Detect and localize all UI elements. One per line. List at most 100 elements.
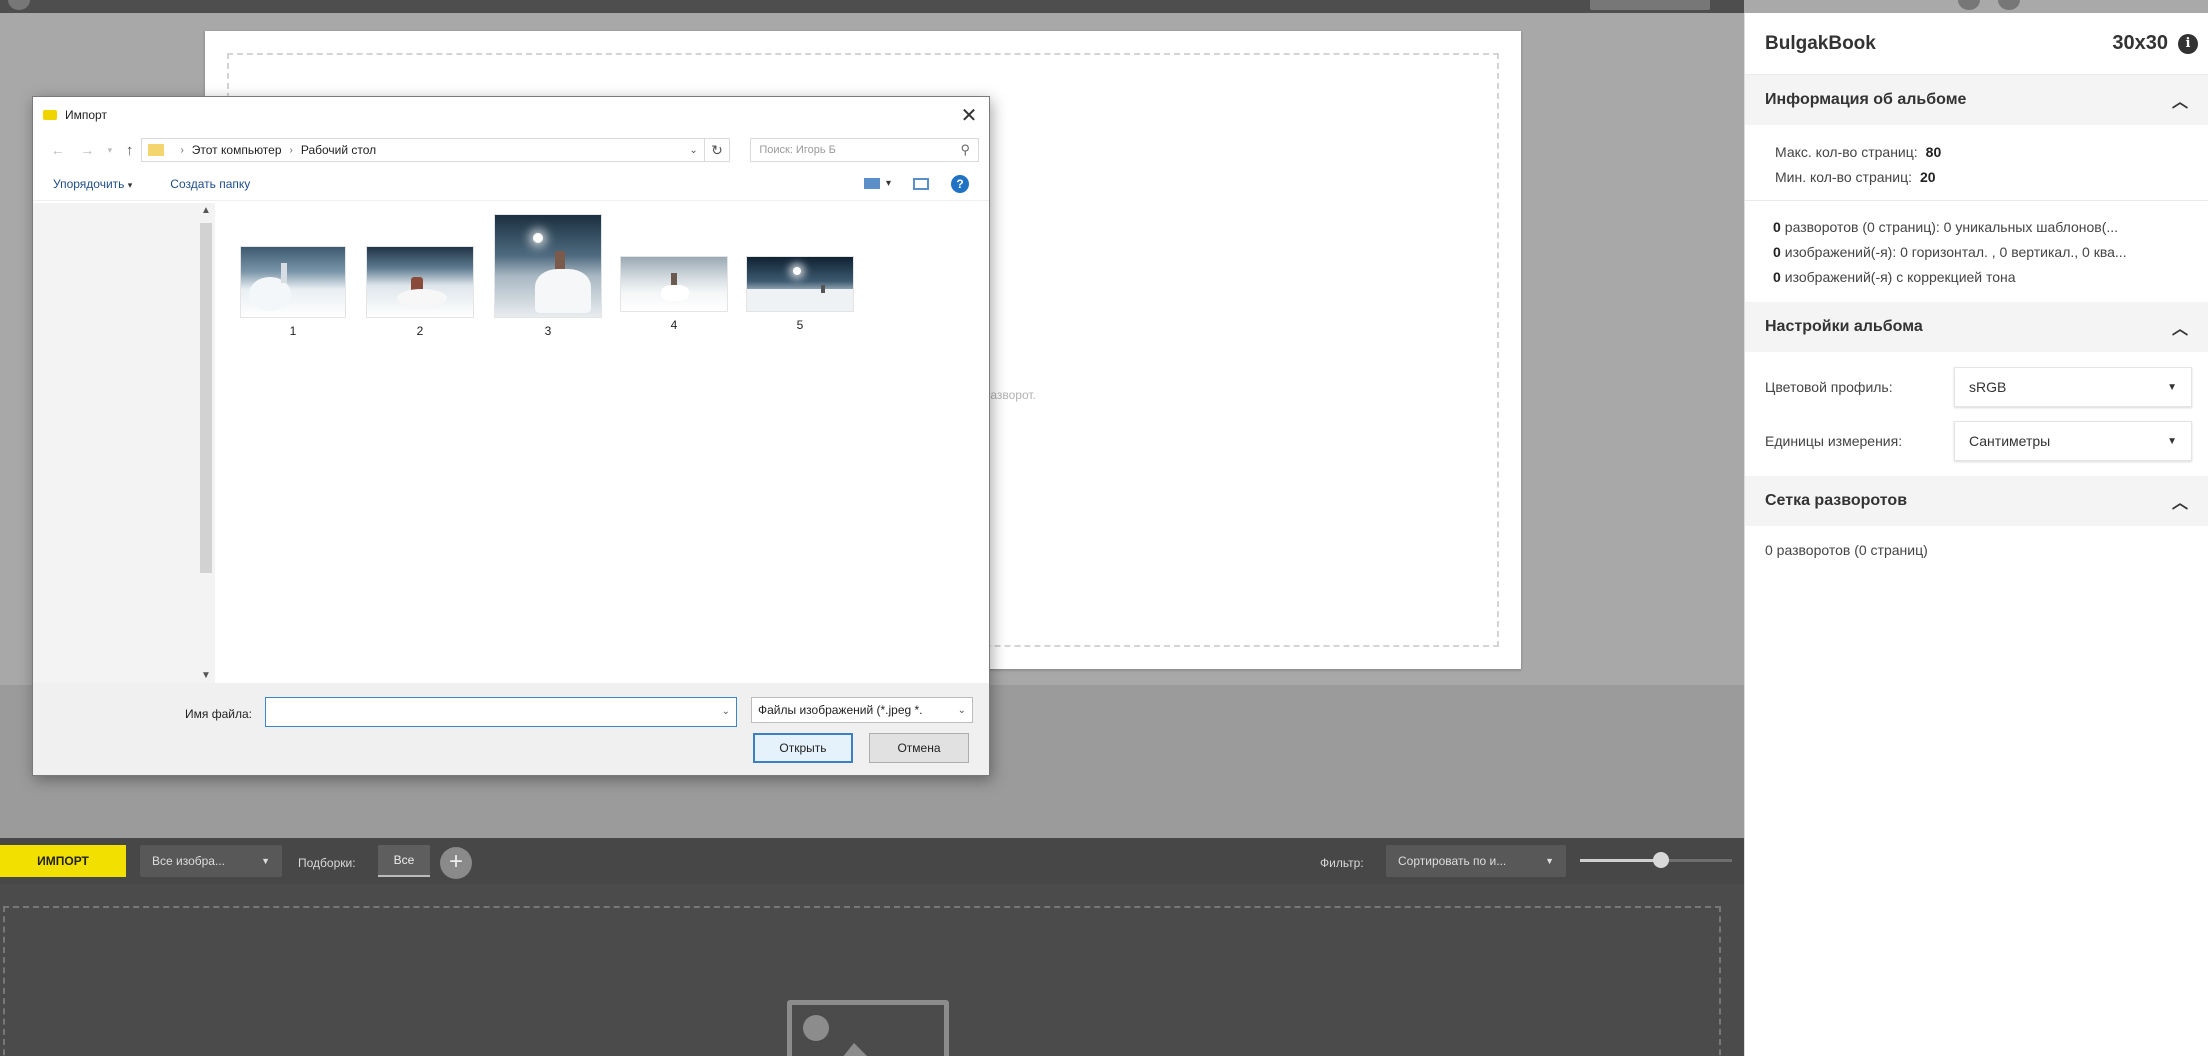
filetype-value: Файлы изображений (*.jpeg *.	[758, 703, 923, 717]
file-list: 1 2 3 4 5	[215, 203, 989, 683]
file-item[interactable]: 4	[621, 257, 727, 332]
chevron-down-icon[interactable]: ▾	[886, 178, 891, 189]
max-pages-row: Макс. кол-во страниц: 80	[1775, 140, 2188, 165]
sort-dropdown[interactable]: Сортировать по и... ▼	[1386, 845, 1566, 877]
up-arrow-icon[interactable]: ↑	[118, 142, 142, 159]
image-library	[0, 884, 1744, 1056]
scroll-up-icon[interactable]: ▲	[197, 205, 215, 216]
units-row: Единицы измерения: Сантиметры ▼	[1745, 414, 2208, 468]
units-dropdown[interactable]: Сантиметры ▼	[1954, 421, 2192, 461]
navigation-pane[interactable]	[33, 203, 215, 683]
menu-icon[interactable]	[8, 0, 30, 10]
redo-icon[interactable]	[1998, 0, 2020, 10]
photo-bride-sitting-icon	[367, 247, 473, 317]
info-icon[interactable]: i	[2178, 33, 2198, 54]
search-placeholder: Поиск: Игорь Б	[759, 144, 836, 156]
new-folder-button[interactable]: Создать папку	[170, 177, 250, 191]
max-pages-value: 80	[1925, 144, 1942, 160]
preview-pane-icon[interactable]	[913, 177, 929, 190]
back-arrow-icon[interactable]: ←	[43, 142, 73, 158]
refresh-icon[interactable]: ↻	[704, 138, 731, 162]
file-item[interactable]: 5	[747, 257, 853, 332]
section-album-settings-header[interactable]: Настройки альбома ︿	[1745, 302, 2208, 352]
forward-arrow-icon[interactable]: →	[73, 142, 103, 158]
folder-icon	[148, 144, 165, 156]
file-item[interactable]: 3	[495, 215, 601, 338]
chevron-up-icon[interactable]: ︿	[2172, 489, 2188, 513]
top-bar	[0, 0, 2020, 13]
album-panel: BulgakBook 30x30 i Информация об альбоме…	[1744, 13, 2208, 1056]
section-title: Информация об альбоме	[1765, 91, 1967, 108]
nav-scrollbar[interactable]: ▲ ▼	[197, 203, 215, 683]
images-count-row: 0 изображений(-я): 0 горизонтал. , 0 верт…	[1773, 244, 2127, 260]
search-icon: ⚲	[960, 142, 970, 157]
file-name: 4	[670, 318, 678, 332]
scroll-down-icon[interactable]: ▼	[197, 670, 215, 681]
units-label: Единицы измерения:	[1765, 433, 1903, 449]
chevron-down-icon: ▾	[127, 179, 133, 190]
breadcrumb-separator-icon: ›	[180, 144, 184, 156]
undo-icon[interactable]	[1958, 0, 1980, 10]
section-spread-grid-header[interactable]: Сетка разворотов ︿	[1745, 476, 2208, 526]
photo-bride-sky-icon	[241, 247, 345, 317]
min-pages-value: 20	[1920, 169, 1936, 185]
chevron-down-icon[interactable]: ⌄	[722, 706, 730, 717]
chevron-down-icon[interactable]: ⌄	[689, 145, 697, 156]
search-input[interactable]: Поиск: Игорь Б ⚲	[750, 138, 979, 162]
import-button[interactable]: ИМПОРТ	[0, 845, 126, 877]
recent-locations-icon[interactable]: ▾	[102, 145, 118, 156]
collections-label: Подборки:	[298, 856, 356, 870]
filename-input[interactable]: ⌄	[265, 697, 737, 727]
view-mode-icon[interactable]	[863, 178, 880, 189]
dialog-footer: Имя файла: ⌄ Файлы изображений (*.jpeg *…	[33, 683, 989, 775]
chevron-down-icon: ▼	[1545, 856, 1554, 866]
organize-menu[interactable]: Упорядочить ▾	[53, 177, 132, 191]
color-profile-label: Цветовой профиль:	[1765, 379, 1893, 395]
zoom-slider-thumb[interactable]	[1653, 852, 1669, 868]
app-icon	[43, 110, 57, 120]
add-collection-button[interactable]: +	[440, 847, 472, 879]
help-icon[interactable]: ?	[951, 174, 969, 193]
filetype-dropdown[interactable]: Файлы изображений (*.jpeg *. ⌄	[751, 697, 973, 723]
dialog-title: Импорт	[65, 108, 107, 122]
sort-value: Сортировать по и...	[1398, 854, 1507, 868]
open-button[interactable]: Открыть	[753, 733, 853, 763]
tab-all[interactable]: Все	[378, 845, 430, 877]
dialog-command-bar: Упорядочить ▾ Создать папку ▾ ?	[33, 167, 989, 201]
file-item[interactable]: 1	[241, 247, 345, 338]
library-drop-zone[interactable]	[3, 906, 1721, 1056]
section-album-info-header[interactable]: Информация об альбоме ︿	[1745, 75, 2208, 125]
units-value: Сантиметры	[1969, 433, 2051, 449]
spread-grid-summary: 0 разворотов (0 страниц)	[1765, 542, 1928, 558]
filter-label: Фильтр:	[1320, 856, 1364, 870]
images-filter-dropdown[interactable]: Все изобра... ▼	[140, 845, 282, 877]
filename-label: Имя файла:	[185, 707, 252, 721]
color-profile-value: sRGB	[1969, 379, 2007, 395]
file-name: 2	[416, 324, 424, 338]
scroll-thumb[interactable]	[200, 223, 212, 573]
chevron-up-icon[interactable]: ︿	[2172, 315, 2188, 339]
photo-bride-standing-icon	[621, 257, 727, 311]
cancel-button[interactable]: Отмена	[869, 733, 969, 763]
album-size: 30x30	[2112, 32, 2168, 54]
chevron-up-icon[interactable]: ︿	[2172, 88, 2188, 112]
library-toolbar: ИМПОРТ Все изобра... ▼ Подборки: Все + Ф…	[0, 838, 1744, 884]
file-item[interactable]: 2	[367, 247, 473, 338]
section-title: Сетка разворотов	[1765, 492, 1908, 509]
album-title: BulgakBook	[1765, 32, 1876, 54]
close-icon[interactable]: ✕	[959, 103, 979, 128]
settings-rows: Цветовой профиль: sRGB ▼ Единицы измерен…	[1745, 352, 2208, 476]
album-counts: 0 разворотов (0 страниц): 0 уникальных ша…	[1745, 201, 2208, 302]
address-bar[interactable]: › Этот компьютер › Рабочий стол ⌄	[141, 138, 705, 162]
breadcrumb-item[interactable]: Этот компьютер	[192, 143, 282, 157]
breadcrumb-item[interactable]: Рабочий стол	[301, 143, 376, 157]
photo-bride-horizon-icon	[747, 257, 853, 311]
min-pages-label: Мин. кол-во страниц:	[1775, 169, 1912, 185]
color-profile-dropdown[interactable]: sRGB ▼	[1954, 367, 2192, 407]
dialog-navigation: ← → ▾ ↑ › Этот компьютер › Рабочий стол …	[33, 133, 989, 167]
dialog-titlebar[interactable]: Импорт ✕	[33, 97, 989, 133]
top-action-button[interactable]	[1590, 0, 1710, 10]
image-placeholder-icon	[787, 1000, 949, 1056]
page-limits: Макс. кол-во страниц: 80 Мин. кол-во стра…	[1745, 125, 2208, 201]
max-pages-label: Макс. кол-во страниц:	[1775, 144, 1918, 160]
